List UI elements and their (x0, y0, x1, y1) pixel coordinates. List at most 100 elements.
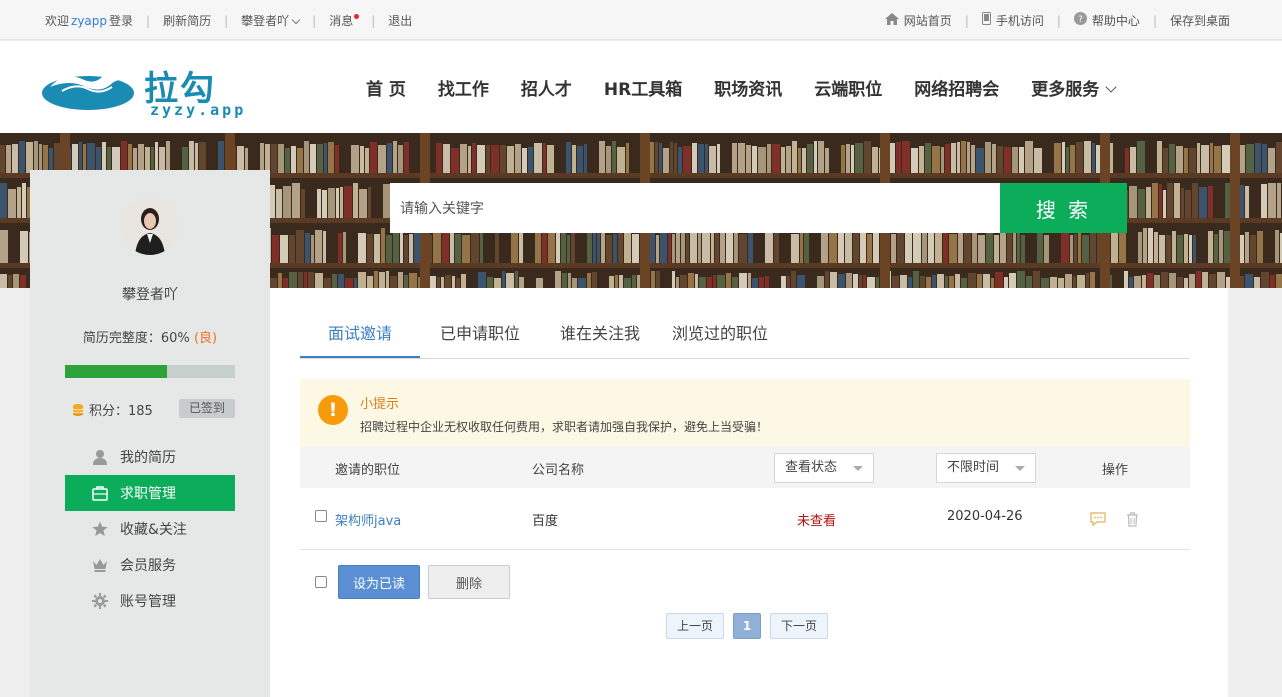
nav-item-home[interactable]: 首 页 (366, 75, 406, 100)
next-page-button[interactable]: 下一页 (770, 613, 828, 639)
home-icon (884, 13, 899, 25)
home-label: 网站首页 (903, 14, 952, 28)
mark-read-button[interactable]: 设为已读 (338, 565, 420, 599)
nav-item-more[interactable]: 更多服务 (1031, 75, 1117, 100)
divider: | (224, 13, 229, 28)
message-button[interactable] (1090, 512, 1106, 530)
status-filter-value: 查看状态 (785, 460, 838, 475)
welcome-text: 欢迎 (45, 14, 70, 28)
messages-label: 消息 (329, 14, 354, 28)
mobile-label: 手机访问 (995, 14, 1044, 28)
help-icon: ? (1073, 12, 1087, 25)
site-logo[interactable]: 拉勾 zyzy.app (42, 61, 262, 121)
avatar[interactable] (121, 197, 179, 255)
sidebar-item-my-resume[interactable]: 我的简历 (65, 439, 235, 475)
username-link[interactable]: zyapp (71, 14, 107, 28)
mobile-link[interactable]: 手机访问 (981, 12, 1044, 29)
sidebar-item-favorites[interactable]: 收藏&关注 (65, 511, 235, 547)
star-icon (92, 521, 108, 536)
nickname-menu[interactable]: 攀登者吖 (241, 12, 301, 29)
divider: | (312, 13, 317, 28)
time-filter-value: 不限时间 (947, 460, 1000, 475)
save-desktop-link[interactable]: 保存到桌面 (1170, 12, 1230, 29)
nav-item-recruit[interactable]: 招人才 (521, 75, 572, 100)
tip-text: 招聘过程中企业无权收取任何费用，求职者请加强自我保护，避免上当受骗！ (360, 420, 769, 434)
avatar-image (121, 197, 179, 255)
invite-date: 2020-04-26 (947, 509, 1023, 524)
dropdown-arrow-icon (1015, 466, 1025, 471)
resume-completeness: 简历完整度：60% (良) (30, 327, 270, 346)
sidebar-item-label: 会员服务 (120, 558, 176, 574)
company-name: 百度 (532, 514, 559, 529)
svg-text:?: ? (1078, 15, 1083, 25)
help-link[interactable]: ? 帮助中心 (1073, 12, 1140, 29)
warning-icon: ! (318, 395, 348, 425)
crown-icon (93, 559, 107, 572)
tab-followers[interactable]: 谁在关注我 (560, 320, 640, 344)
delete-button[interactable]: 删除 (428, 565, 510, 599)
top-bar: 欢迎 zyapp 登录 | 刷新简历 | 攀登者吖 | 消息 | 退出 网站首页… (0, 0, 1282, 40)
divider: | (1152, 13, 1157, 28)
tab-interview-invites[interactable]: 面试邀请 (328, 320, 392, 344)
sidebar-item-label: 账号管理 (120, 594, 176, 610)
divider: | (1056, 13, 1061, 28)
message-icon (1090, 512, 1106, 527)
tip-box: ! 小提示 招聘过程中企业无权收取任何费用，求职者请加强自我保护，避免上当受骗！ (300, 379, 1190, 446)
divider: | (371, 13, 376, 28)
sidebar-username: 攀登者吖 (122, 287, 178, 303)
nav-item-news[interactable]: 职场资讯 (714, 75, 782, 100)
sidebar-item-job-management[interactable]: 求职管理 (65, 475, 235, 511)
points: 积分：185 (72, 400, 153, 419)
logout-link[interactable]: 退出 (388, 12, 412, 29)
nav-more-label: 更多服务 (1031, 80, 1100, 100)
nav-item-hr-tools[interactable]: HR工具箱 (604, 75, 682, 100)
mobile-icon (981, 12, 991, 25)
prev-page-button[interactable]: 上一页 (666, 613, 724, 639)
view-status: 未查看 (797, 514, 837, 529)
tip-title: 小提示 (360, 397, 400, 412)
bulk-actions: 设为已读 删除 (300, 565, 1190, 599)
sidebar-item-membership[interactable]: 会员服务 (65, 547, 235, 583)
table-row: 架构师java 百度 未查看 2020-04-26 (300, 488, 1190, 550)
site-header: 拉勾 zyzy.app 首 页 找工作 招人才 HR工具箱 职场资讯 云端职位 … (0, 41, 1282, 133)
status-filter-dropdown[interactable]: 查看状态 (774, 453, 874, 483)
page-number-button[interactable]: 1 (733, 613, 761, 639)
trash-icon (1127, 512, 1138, 527)
job-title-link[interactable]: 架构师java (335, 510, 401, 529)
briefcase-icon (92, 486, 108, 501)
nav-item-job-fair[interactable]: 网络招聘会 (914, 75, 999, 100)
home-link[interactable]: 网站首页 (884, 12, 952, 29)
help-label: 帮助中心 (1091, 14, 1140, 28)
messages-link[interactable]: 消息 (329, 12, 360, 29)
tab-bar: 面试邀请 已申请职位 谁在关注我 浏览过的职位 (300, 304, 1190, 359)
sidebar-item-label: 求职管理 (120, 486, 176, 502)
refresh-resume-link[interactable]: 刷新简历 (163, 12, 211, 29)
divider: | (964, 13, 969, 28)
points-label: 积分：185 (89, 404, 153, 419)
row-checkbox[interactable] (315, 510, 327, 522)
sidebar-menu: 我的简历 求职管理 收藏&关注 会员服务 账号管理 (65, 439, 235, 619)
tab-viewed-jobs[interactable]: 浏览过的职位 (672, 320, 768, 344)
top-bar-left: 欢迎 zyapp 登录 | 刷新简历 | 攀登者吖 | 消息 | 退出 (45, 12, 412, 29)
column-header-company: 公司名称 (532, 463, 585, 478)
sidebar: 攀登者吖 简历完整度：60% (良) 积分：185 已签到 我的简历 求职管理 … (30, 170, 270, 697)
chevron-down-icon (291, 15, 301, 25)
column-header-actions: 操作 (1102, 463, 1129, 478)
delete-row-button[interactable] (1126, 512, 1139, 531)
sidebar-item-account[interactable]: 账号管理 (65, 583, 235, 619)
search-input[interactable] (390, 183, 1000, 233)
gear-icon (92, 593, 108, 609)
signed-in-badge: 已签到 (179, 399, 235, 418)
unread-dot-icon (354, 14, 360, 19)
nav-item-find-jobs[interactable]: 找工作 (438, 75, 489, 100)
nav-item-cloud-jobs[interactable]: 云端职位 (814, 75, 882, 100)
select-all-checkbox[interactable] (315, 576, 327, 588)
search-button[interactable]: 搜 索 (1000, 183, 1127, 233)
column-header-position: 邀请的职位 (335, 463, 401, 478)
pagination: 上一页 1 下一页 (666, 613, 837, 639)
time-filter-dropdown[interactable]: 不限时间 (936, 453, 1036, 483)
sidebar-item-label: 我的简历 (120, 450, 176, 466)
login-link[interactable]: 登录 (109, 12, 133, 29)
tab-applied-jobs[interactable]: 已申请职位 (440, 320, 520, 344)
progress-fill (65, 365, 167, 378)
